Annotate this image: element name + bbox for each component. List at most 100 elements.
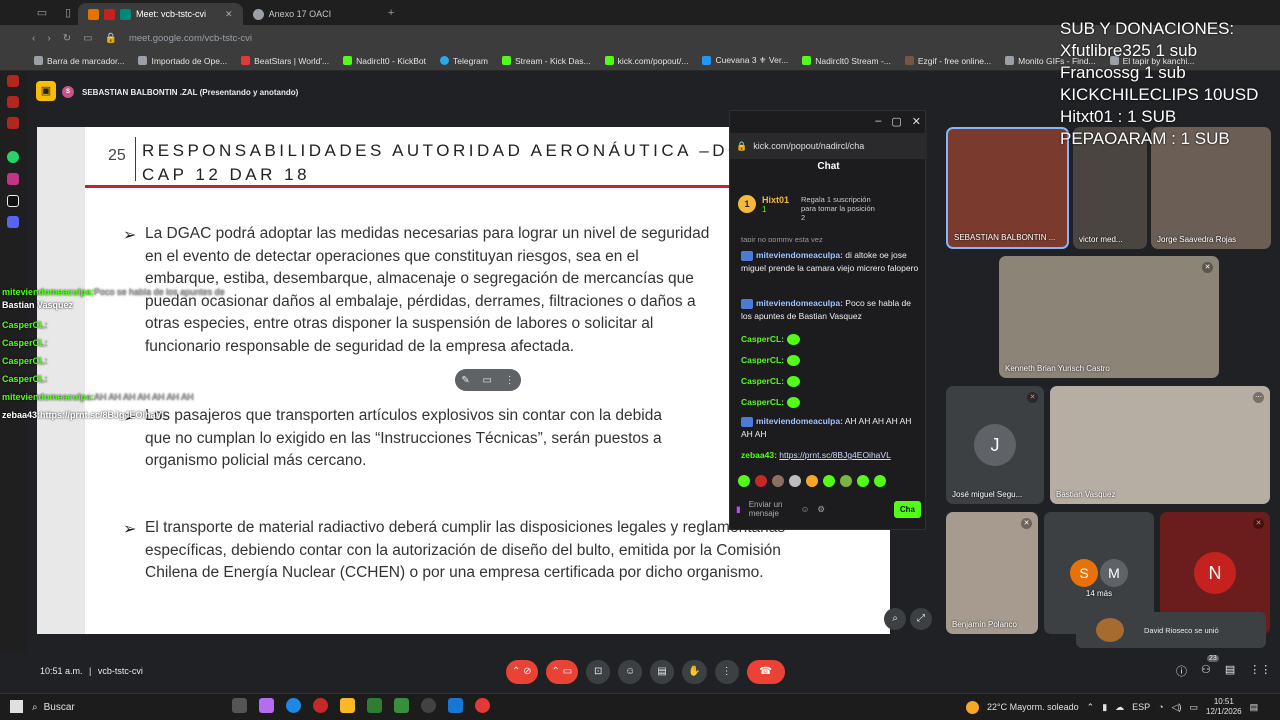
send-button[interactable]: Cha: [893, 500, 921, 518]
mic-icon[interactable]: ▮: [736, 504, 741, 515]
participant-tile[interactable]: ✕ J José miguel Segu...: [946, 386, 1044, 504]
presentation-pin-icon[interactable]: ▣: [36, 81, 56, 101]
mic-icon[interactable]: ▮: [1102, 702, 1107, 713]
tiktok-icon[interactable]: [7, 195, 19, 207]
volume-icon[interactable]: ◁): [1172, 702, 1182, 713]
bookmark-item[interactable]: Ezgif - free online...: [904, 56, 991, 66]
search-input[interactable]: Buscar: [44, 702, 75, 713]
info-icon[interactable]: ⓘ: [1176, 663, 1187, 679]
emote-icon[interactable]: [789, 475, 801, 487]
new-tab-icon[interactable]: +: [381, 3, 401, 23]
lang-indicator[interactable]: ESP: [1132, 702, 1150, 712]
bookmark-item[interactable]: Telegram: [440, 56, 488, 66]
tab-meet[interactable]: Meet: vcb-tstc-cvi ✕: [78, 3, 243, 25]
activities-icon[interactable]: ⋮⋮: [1249, 663, 1271, 679]
battery-icon[interactable]: ▭: [1190, 702, 1199, 713]
bookmark-item[interactable]: Cuevana 3 ⚜ Ver...: [702, 55, 788, 66]
emote-icon[interactable]: [806, 475, 818, 487]
store-icon[interactable]: [448, 698, 463, 713]
app-icon[interactable]: [394, 698, 409, 713]
emote-icon[interactable]: [738, 475, 750, 487]
chat-input[interactable]: Enviar un mensaje: [749, 500, 793, 518]
emote-icon[interactable]: [857, 475, 869, 487]
bookmark-item[interactable]: kick.com/popout/...: [604, 56, 688, 66]
participant-tile[interactable]: ✕ Benjamín Polanco: [946, 512, 1038, 634]
url-field[interactable]: meet.google.com/vcb-tstc-cvi: [129, 33, 252, 44]
mic-off-button[interactable]: ⌃ ⊘: [506, 660, 538, 684]
forward-icon[interactable]: ›: [47, 33, 50, 44]
settings-icon[interactable]: ⚙: [817, 504, 825, 515]
more-options-button[interactable]: ⋮: [714, 660, 739, 684]
bookmark-item[interactable]: Nadirclt0 Stream -...: [802, 56, 891, 66]
close-icon[interactable]: ✕: [225, 9, 233, 20]
tab-label: Meet: vcb-tstc-cvi: [136, 9, 207, 19]
bookmark-item[interactable]: Importado de Ope...: [138, 56, 227, 66]
emote-icon[interactable]: [874, 475, 886, 487]
participant-tile[interactable]: ✕ Kenneth Brian Yurisch Castro: [999, 256, 1219, 378]
bookmark-item[interactable]: Stream - Kick Das...: [502, 56, 591, 66]
camera-icon[interactable]: ▭: [83, 33, 92, 44]
bookmark-tab-icon[interactable]: ▯: [58, 3, 78, 23]
leave-call-button[interactable]: ☎: [746, 660, 785, 684]
discord-icon[interactable]: [7, 216, 19, 228]
pen-icon[interactable]: ✎: [461, 375, 469, 386]
bookmark-item[interactable]: BeatStars | World'...: [241, 56, 329, 66]
eraser-icon[interactable]: ▭: [482, 375, 491, 386]
bullet-arrow-icon: ➢: [123, 227, 137, 244]
captions-button[interactable]: ▤: [650, 660, 675, 684]
tab-anexo[interactable]: Anexo 17 OACI: [243, 3, 342, 25]
windows-start-icon[interactable]: [10, 700, 23, 713]
instagram-icon[interactable]: [7, 173, 19, 185]
app-icon[interactable]: [421, 698, 436, 713]
reactions-button[interactable]: ☺: [618, 660, 643, 684]
taskbar-clock[interactable]: 10:51 12/1/2026: [1206, 697, 1242, 717]
chrome-icon[interactable]: [475, 698, 490, 713]
gift-count: 1: [762, 205, 767, 214]
raise-hand-button[interactable]: ✋: [682, 660, 707, 684]
emote-icon[interactable]: [772, 475, 784, 487]
camera-off-button[interactable]: ⌃ ▭: [545, 660, 579, 684]
bookmark-item[interactable]: Nadirclt0 - KickBot: [343, 56, 426, 66]
present-button[interactable]: ⊡: [586, 660, 611, 684]
close-icon[interactable]: ✕: [912, 115, 921, 128]
participant-tile[interactable]: SEBASTIAN BALBONTIN ...: [946, 127, 1069, 249]
opera-icon[interactable]: [313, 698, 328, 713]
app-icon[interactable]: [367, 698, 382, 713]
people-icon[interactable]: ⚇ 23: [1201, 655, 1219, 679]
copilot-icon[interactable]: [259, 698, 274, 713]
task-view-icon[interactable]: [232, 698, 247, 713]
mic-off-icon: ✕: [1202, 262, 1213, 273]
sidebar-app-icon[interactable]: [7, 117, 19, 129]
minimize-icon[interactable]: –: [875, 115, 881, 127]
onedrive-icon[interactable]: ☁: [1115, 702, 1124, 713]
notifications-icon[interactable]: ▤: [1250, 702, 1259, 713]
bookmark-item[interactable]: Barra de marcador...: [34, 56, 124, 66]
file-explorer-icon[interactable]: [340, 698, 355, 713]
avatar: J: [974, 424, 1016, 466]
more-icon: ⋯: [1253, 392, 1264, 403]
back-icon[interactable]: ‹: [32, 33, 35, 44]
fullscreen-icon[interactable]: ⤢: [910, 608, 932, 630]
edge-icon[interactable]: [286, 698, 301, 713]
emoji-icon[interactable]: ☺: [801, 504, 810, 514]
system-tray: 22°C Mayorm. soleado ⌃ ▮ ☁ ESP ◔ ◁) ▭ 10…: [966, 697, 1258, 717]
emote-icon[interactable]: [755, 475, 767, 487]
emote-icon[interactable]: [840, 475, 852, 487]
taskbar-search[interactable]: ⌕ Buscar: [32, 698, 222, 716]
donations-overlay: SUB Y DONACIONES: Xfutlibre325 1 sub Fra…: [1060, 18, 1280, 150]
wifi-icon[interactable]: ◔: [1158, 702, 1163, 712]
emote-icon[interactable]: [823, 475, 835, 487]
weather-text[interactable]: 22°C Mayorm. soleado: [987, 702, 1079, 712]
chevron-up-icon[interactable]: ⌃: [1087, 702, 1095, 713]
participant-tile[interactable]: ⋯ Bastian Vasquez: [1050, 386, 1270, 504]
whatsapp-icon[interactable]: [7, 151, 19, 163]
tab-search-icon[interactable]: ▭: [32, 3, 52, 23]
more-icon[interactable]: ⋮: [505, 375, 515, 386]
popup-url[interactable]: kick.com/popout/nadircl/cha: [753, 141, 864, 151]
sidebar-app-icon[interactable]: [7, 75, 19, 87]
maximize-icon[interactable]: ▢: [891, 115, 901, 128]
sidebar-app-icon[interactable]: [7, 96, 19, 108]
zoom-icon[interactable]: ⌕: [884, 608, 906, 630]
reload-icon[interactable]: ↻: [63, 33, 71, 44]
chat-icon[interactable]: ▤: [1225, 663, 1235, 679]
